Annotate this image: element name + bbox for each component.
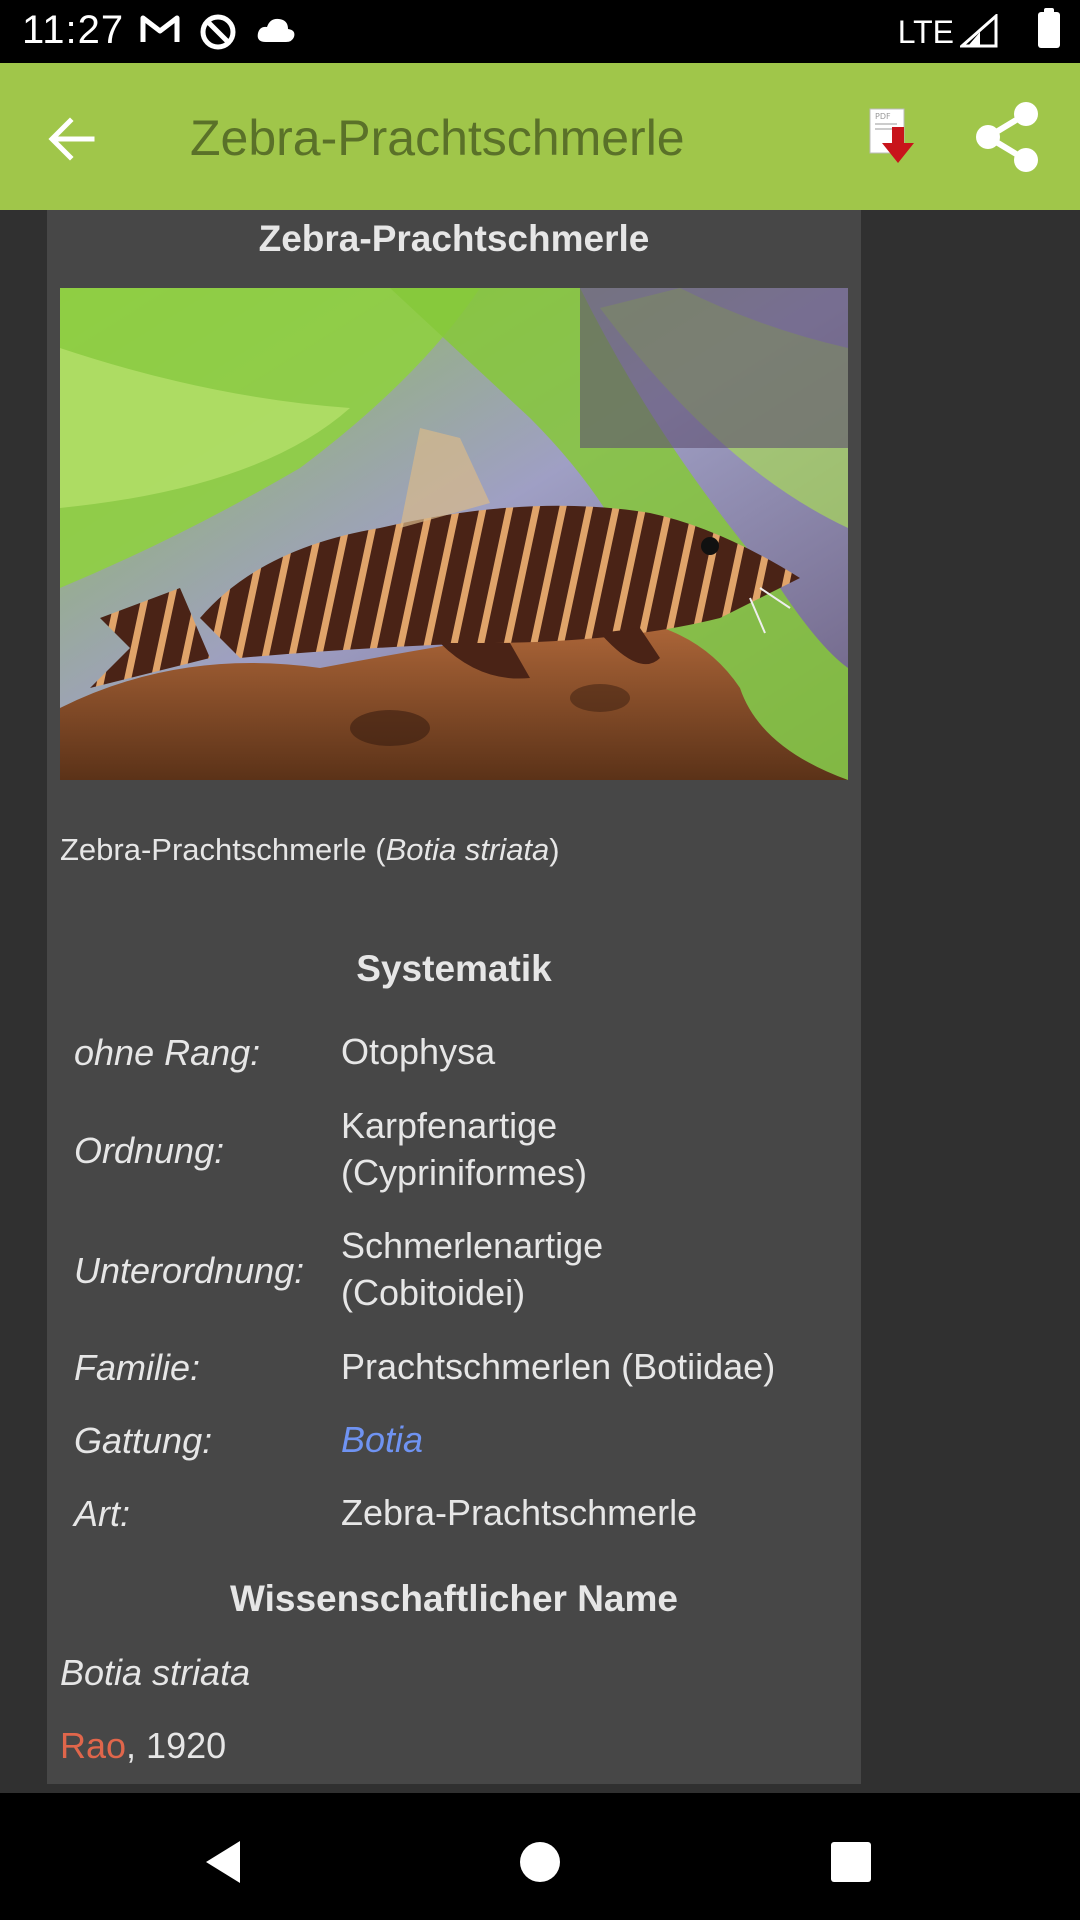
infobox-title: Zebra-Prachtschmerle — [258, 218, 650, 259]
taxonomy-value: Zebra-Prachtschmerle — [341, 1492, 698, 1533]
caption-species: Botia striata — [385, 832, 550, 867]
signal-icon — [960, 14, 998, 48]
pdf-download-icon[interactable]: PDF — [868, 107, 918, 167]
taxonomy-value: Karpfenartige (Cypriniformes) — [341, 1105, 588, 1193]
author-link[interactable]: Rao — [60, 1725, 126, 1766]
infobox-card: Zebra-Prachtschmerle Zebra-Prachtschmerl… — [47, 210, 861, 1784]
author-year: , 1920 — [126, 1725, 227, 1766]
image-caption: Zebra-Prachtschmerle (Botia striata) — [60, 832, 560, 868]
app-bar: Zebra-Prachtschmerle PDF — [0, 63, 1080, 210]
nav-back-icon[interactable] — [200, 1837, 250, 1887]
taxonomy-label: Ordnung: — [74, 1130, 225, 1171]
caption-suffix: ) — [549, 832, 560, 867]
taxonomy-value: Prachtschmerlen (Botiidae) — [341, 1346, 776, 1387]
system-nav-bar — [0, 1793, 1080, 1920]
status-time: 11:27 — [22, 8, 125, 52]
fish-photo[interactable] — [60, 288, 848, 780]
nav-recents-icon[interactable] — [831, 1842, 871, 1882]
systematik-heading: Systematik — [356, 948, 552, 989]
taxonomy-label: ohne Rang: — [74, 1032, 261, 1073]
battery-icon — [1038, 8, 1060, 48]
sync-icon — [200, 14, 236, 50]
scientific-name-heading: Wissenschaftlicher Name — [230, 1578, 678, 1619]
arrow-back-icon[interactable] — [38, 105, 106, 173]
share-icon[interactable] — [970, 99, 1046, 175]
taxonomy-label: Gattung: — [74, 1420, 213, 1461]
taxonomy-label: Art: — [74, 1493, 131, 1534]
taxonomy-label: Unterordnung: — [74, 1250, 305, 1291]
network-type: LTE — [897, 14, 954, 50]
caption-prefix: Zebra-Prachtschmerle ( — [60, 832, 386, 867]
taxonomy-label: Familie: — [74, 1347, 201, 1388]
scientific-name: Botia striata — [60, 1652, 251, 1693]
cloud-icon — [257, 18, 295, 42]
taxonomy-value: Otophysa — [341, 1031, 496, 1072]
article-content[interactable]: Zebra-Prachtschmerle Zebra-Prachtschmerl… — [0, 210, 1080, 1793]
page-title: Zebra-Prachtschmerle — [190, 110, 685, 166]
nav-home-icon[interactable] — [520, 1842, 560, 1882]
genus-link[interactable]: Botia — [341, 1416, 851, 1463]
svg-text:PDF: PDF — [875, 112, 891, 121]
status-bar: 11:27 LTE — [0, 0, 1080, 63]
taxonomy-value: Schmerlenartige (Cobitoidei) — [341, 1225, 604, 1313]
author-line: Rao, 1920 — [60, 1725, 226, 1767]
gmail-icon — [140, 15, 180, 42]
